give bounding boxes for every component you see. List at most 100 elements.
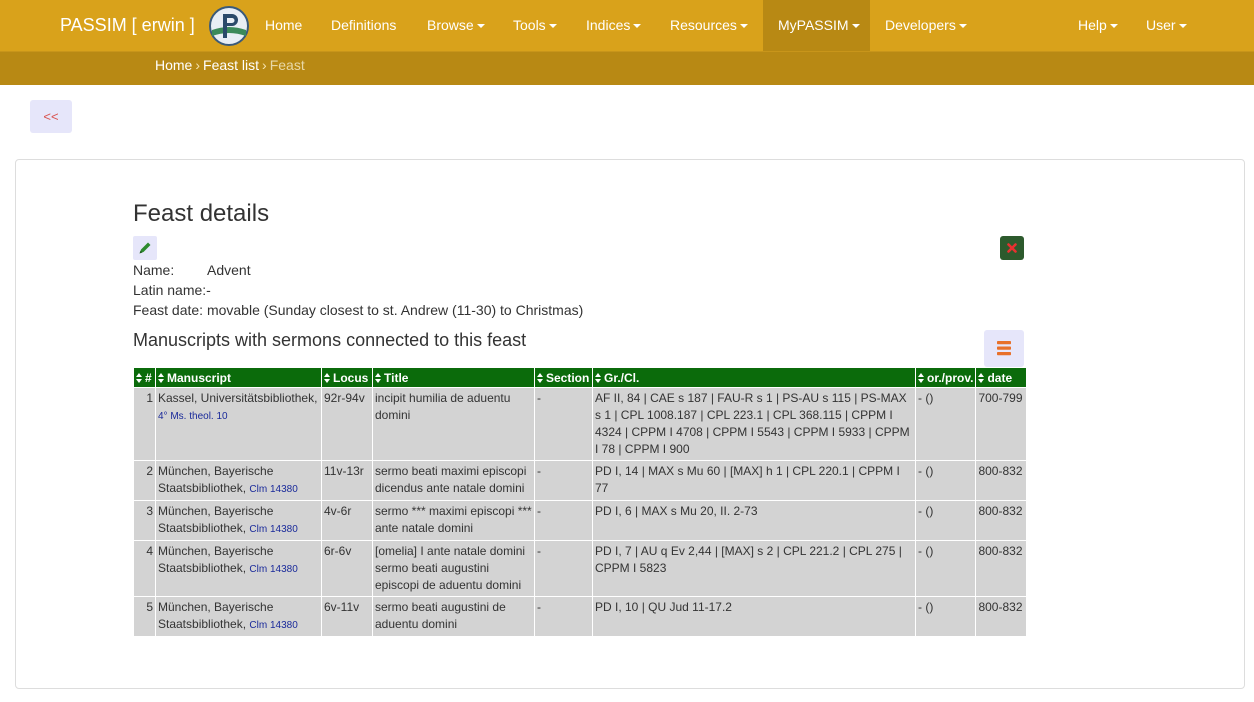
cell-title: [omelia] I ante natale domini sermo beat… xyxy=(372,540,535,597)
cell-title: incipit humilia de aduentu domini xyxy=(372,387,535,461)
col-section-header[interactable]: Section xyxy=(534,367,593,388)
nav-developers[interactable]: Developers xyxy=(885,0,967,51)
close-icon xyxy=(1007,243,1017,253)
col-title-label: Title xyxy=(384,370,409,385)
cell-date: 800-832 xyxy=(975,596,1028,637)
list-toggle-button[interactable] xyxy=(984,330,1024,367)
cell-number: 3 xyxy=(133,500,156,541)
chevron-down-icon xyxy=(633,24,642,29)
chevron-down-icon xyxy=(958,24,967,29)
nav-indices[interactable]: Indices xyxy=(586,0,642,51)
cell-locus: 4v-6r xyxy=(321,500,373,541)
cell-section: - xyxy=(534,596,593,637)
col-date-label: date xyxy=(987,370,1013,385)
col-grcl-label: Gr./Cl. xyxy=(604,370,640,385)
page-title: Feast details xyxy=(133,200,270,227)
cell-date: 800-832 xyxy=(975,500,1028,541)
nav-user[interactable]: User xyxy=(1146,0,1187,51)
edit-button[interactable] xyxy=(133,236,157,260)
cell-number: 2 xyxy=(133,460,156,501)
col-number-header[interactable]: # xyxy=(133,367,156,388)
sort-icon xyxy=(595,372,602,383)
delete-button[interactable] xyxy=(1000,236,1024,260)
back-button[interactable]: << xyxy=(30,100,72,133)
table-row[interactable]: 2 München, Bayerische Staatsbibliothek, … xyxy=(133,460,1028,501)
table-row[interactable]: 3 München, Bayerische Staatsbibliothek, … xyxy=(133,500,1028,541)
pencil-icon xyxy=(139,242,151,254)
nav-resources-label: Resources xyxy=(670,17,737,33)
cell-date: 800-832 xyxy=(975,540,1028,597)
nav-definitions[interactable]: Definitions xyxy=(331,0,396,51)
chevron-down-icon xyxy=(739,24,748,29)
app-brand[interactable]: PASSIM [ erwin ] xyxy=(60,0,195,51)
col-manuscript-label: Manuscript xyxy=(167,370,232,385)
sort-icon xyxy=(918,372,925,383)
breadcrumb-bar: Home › Feast list › Feast xyxy=(0,52,1254,85)
cell-date: 700-799 xyxy=(975,387,1028,461)
cell-locus: 6v-11v xyxy=(321,596,373,637)
sort-icon xyxy=(537,372,544,383)
breadcrumb-separator: › xyxy=(195,57,201,73)
shelfmark-link[interactable]: Clm 14380 xyxy=(249,564,297,575)
col-title-header[interactable]: Title xyxy=(372,367,535,388)
passim-logo-icon[interactable] xyxy=(209,6,249,46)
breadcrumb-feast-list[interactable]: Feast list xyxy=(203,57,259,73)
col-date-header[interactable]: date xyxy=(975,367,1028,388)
cell-grcl: PD I, 10 | QU Jud 11-17.2 xyxy=(592,596,916,637)
nav-home[interactable]: Home xyxy=(265,0,302,51)
nav-indices-label: Indices xyxy=(586,17,631,33)
latin-name-label: Latin name: xyxy=(133,282,207,298)
nav-mypassim[interactable]: MyPASSIM xyxy=(763,0,870,51)
cell-date: 800-832 xyxy=(975,460,1028,501)
sort-icon xyxy=(375,372,382,383)
cell-grcl: PD I, 7 | AU q Ev 2,44 | [MAX] s 2 | CPL… xyxy=(592,540,916,597)
cell-manuscript: München, Bayerische Staatsbibliothek, Cl… xyxy=(155,460,322,501)
shelfmark-link[interactable]: Clm 14380 xyxy=(249,484,297,495)
cell-section: - xyxy=(534,540,593,597)
cell-orprov: - () xyxy=(914,500,977,541)
breadcrumb-separator: › xyxy=(262,57,267,73)
chevron-down-icon xyxy=(476,24,485,29)
table-row[interactable]: 5 München, Bayerische Staatsbibliothek, … xyxy=(133,596,1028,637)
chevron-down-icon xyxy=(548,24,557,29)
cell-title: sermo beati maximi episcopi dicendus ant… xyxy=(372,460,535,501)
shelfmark-link[interactable]: Clm 14380 xyxy=(249,524,297,535)
nav-mypassim-label: MyPASSIM xyxy=(778,17,849,33)
nav-help[interactable]: Help xyxy=(1078,0,1118,51)
nav-browse-label: Browse xyxy=(427,17,474,33)
col-number-label: # xyxy=(145,370,152,385)
col-locus-header[interactable]: Locus xyxy=(321,367,373,388)
nav-help-label: Help xyxy=(1078,17,1107,33)
chevron-down-icon xyxy=(1178,24,1187,29)
cell-title: sermo beati augustini de aduentu domini xyxy=(372,596,535,637)
cell-grcl: PD I, 6 | MAX s Mu 20, II. 2-73 xyxy=(592,500,916,541)
feast-date-row: Feast date: movable (Sunday closest to s… xyxy=(133,302,583,318)
col-locus-label: Locus xyxy=(333,370,369,385)
nav-developers-label: Developers xyxy=(885,17,956,33)
nav-browse[interactable]: Browse xyxy=(427,0,485,51)
table-header-row: # Manuscript Locus Title Section Gr./Cl.… xyxy=(133,367,1028,388)
col-orprov-header[interactable]: or./prov. xyxy=(914,367,977,388)
table-row[interactable]: 4 München, Bayerische Staatsbibliothek, … xyxy=(133,540,1028,597)
cell-manuscript: München, Bayerische Staatsbibliothek, Cl… xyxy=(155,500,322,541)
cell-orprov: - () xyxy=(914,387,977,461)
nav-resources[interactable]: Resources xyxy=(670,0,748,51)
nav-tools[interactable]: Tools xyxy=(513,0,557,51)
cell-number: 4 xyxy=(133,540,156,597)
col-section-label: Section xyxy=(546,370,590,385)
top-navbar: PASSIM [ erwin ] Home Definitions Browse… xyxy=(0,0,1254,52)
cell-orprov: - () xyxy=(914,460,977,501)
cell-locus: 11v-13r xyxy=(321,460,373,501)
cell-number: 1 xyxy=(133,387,156,461)
name-value: Advent xyxy=(207,262,251,278)
table-row[interactable]: 1 Kassel, Universitätsbibliothek, 4° Ms.… xyxy=(133,387,1028,461)
shelfmark-link[interactable]: 4° Ms. theol. 10 xyxy=(158,411,228,422)
name-label: Name: xyxy=(133,262,175,278)
col-grcl-header[interactable]: Gr./Cl. xyxy=(592,367,916,388)
col-manuscript-header[interactable]: Manuscript xyxy=(155,367,322,388)
sort-icon xyxy=(136,372,143,383)
manuscripts-table: # Manuscript Locus Title Section Gr./Cl.… xyxy=(133,367,1028,637)
shelfmark-link[interactable]: Clm 14380 xyxy=(249,620,297,631)
cell-section: - xyxy=(534,387,593,461)
breadcrumb-home[interactable]: Home xyxy=(155,57,192,73)
